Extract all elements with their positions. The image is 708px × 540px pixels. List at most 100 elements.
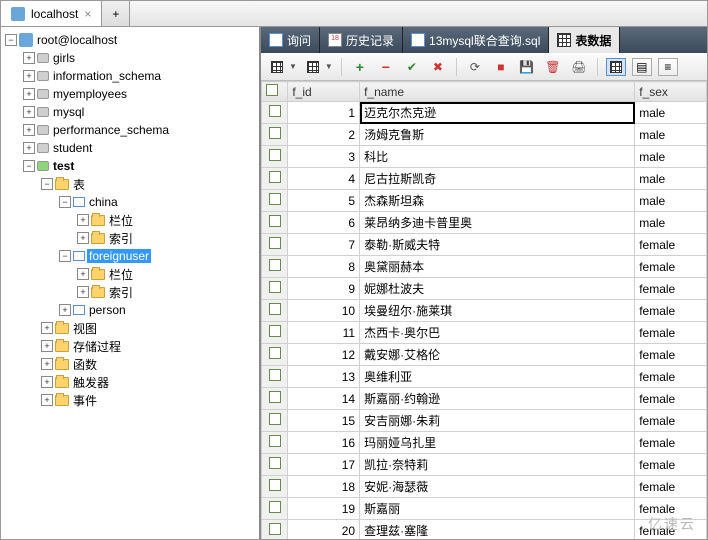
table-row[interactable]: 5杰森斯坦森male xyxy=(262,190,707,212)
tab-sqlfile[interactable]: 13mysql联合查询.sql xyxy=(403,27,549,53)
connection-tab[interactable]: localhost × xyxy=(1,1,102,26)
row-selector[interactable] xyxy=(262,388,288,410)
cell-fname[interactable]: 玛丽娅乌扎里 xyxy=(360,432,635,454)
col-header-fname[interactable]: f_name xyxy=(360,82,635,102)
row-selector[interactable] xyxy=(262,366,288,388)
stop-button[interactable]: ■ xyxy=(491,57,511,77)
folder-columns-label[interactable]: 栏位 xyxy=(107,212,135,229)
row-selector[interactable] xyxy=(262,476,288,498)
row-selector[interactable] xyxy=(262,146,288,168)
tree-root-label[interactable]: root@localhost xyxy=(35,33,119,47)
expander[interactable]: + xyxy=(77,286,89,298)
cell-fsex[interactable]: male xyxy=(635,102,707,124)
table-row[interactable]: 20查理兹·塞隆female xyxy=(262,520,707,540)
table-row[interactable]: 19斯嘉丽female xyxy=(262,498,707,520)
cell-fid[interactable]: 11 xyxy=(288,322,360,344)
table-row[interactable]: 6莱昂纳多迪卡普里奥male xyxy=(262,212,707,234)
cell-fid[interactable]: 20 xyxy=(288,520,360,540)
tab-history[interactable]: 历史记录 xyxy=(320,27,403,53)
cell-fsex[interactable]: female xyxy=(635,256,707,278)
expander[interactable]: + xyxy=(23,142,35,154)
expander[interactable]: + xyxy=(41,358,53,370)
cell-fsex[interactable]: male xyxy=(635,124,707,146)
db-label[interactable]: performance_schema xyxy=(51,123,171,137)
cell-fname[interactable]: 泰勒·斯威夫特 xyxy=(360,234,635,256)
close-icon[interactable]: × xyxy=(84,7,91,21)
db-label[interactable]: information_schema xyxy=(51,69,163,83)
col-header-fsex[interactable]: f_sex xyxy=(635,82,707,102)
cell-fname[interactable]: 奥黛丽赫本 xyxy=(360,256,635,278)
expander[interactable]: + xyxy=(41,322,53,334)
table-row[interactable]: 16玛丽娅乌扎里female xyxy=(262,432,707,454)
col-header-fid[interactable]: f_id xyxy=(288,82,360,102)
cell-fsex[interactable]: female xyxy=(635,388,707,410)
row-selector[interactable] xyxy=(262,256,288,278)
table-row[interactable]: 3科比male xyxy=(262,146,707,168)
data-grid-scroll[interactable]: f_id f_name f_sex 1迈克尔杰克逊male2汤姆克鲁斯male3… xyxy=(261,81,707,539)
cell-fsex[interactable]: female xyxy=(635,366,707,388)
expander[interactable]: + xyxy=(23,124,35,136)
cell-fsex[interactable]: female xyxy=(635,300,707,322)
table-china-label[interactable]: china xyxy=(87,195,120,209)
table-row[interactable]: 2汤姆克鲁斯male xyxy=(262,124,707,146)
row-selector[interactable] xyxy=(262,212,288,234)
cell-fid[interactable]: 15 xyxy=(288,410,360,432)
save-button[interactable]: 💾 xyxy=(517,57,537,77)
cell-fname[interactable]: 科比 xyxy=(360,146,635,168)
expander[interactable]: − xyxy=(23,160,35,172)
table-foreignuser-label[interactable]: foreignuser xyxy=(87,249,151,263)
table-row[interactable]: 18安妮·海瑟薇female xyxy=(262,476,707,498)
tab-tabledata[interactable]: 表数据 xyxy=(549,27,620,53)
cell-fid[interactable]: 7 xyxy=(288,234,360,256)
chevron-down-icon[interactable]: ▼ xyxy=(323,62,333,71)
folder-views-label[interactable]: 视图 xyxy=(71,320,99,337)
row-selector[interactable] xyxy=(262,520,288,540)
expander[interactable]: + xyxy=(41,340,53,352)
table-row[interactable]: 17凯拉·奈特莉female xyxy=(262,454,707,476)
cell-fname[interactable]: 尼古拉斯凯奇 xyxy=(360,168,635,190)
db-label[interactable]: myemployees xyxy=(51,87,129,101)
cell-fsex[interactable]: female xyxy=(635,278,707,300)
cell-fid[interactable]: 17 xyxy=(288,454,360,476)
cell-fname[interactable]: 查理兹·塞隆 xyxy=(360,520,635,540)
table-row[interactable]: 4尼古拉斯凯奇male xyxy=(262,168,707,190)
table-row[interactable]: 8奥黛丽赫本female xyxy=(262,256,707,278)
expander[interactable]: + xyxy=(23,106,35,118)
delete-button[interactable]: 🗑 xyxy=(543,57,563,77)
cell-fid[interactable]: 13 xyxy=(288,366,360,388)
cell-fid[interactable]: 19 xyxy=(288,498,360,520)
cell-fname[interactable]: 杰西卡·奥尔巴 xyxy=(360,322,635,344)
table-row[interactable]: 12戴安娜·艾格伦female xyxy=(262,344,707,366)
table-person-label[interactable]: person xyxy=(87,303,128,317)
folder-events-label[interactable]: 事件 xyxy=(71,392,99,409)
object-tree[interactable]: − root@localhost + girls + information_sche… xyxy=(1,27,261,539)
new-tab-button[interactable]: + xyxy=(102,1,130,26)
cell-fid[interactable]: 2 xyxy=(288,124,360,146)
db-label[interactable]: test xyxy=(51,159,76,173)
cell-fname[interactable]: 安妮·海瑟薇 xyxy=(360,476,635,498)
table-row[interactable]: 1迈克尔杰克逊male xyxy=(262,102,707,124)
apply-button[interactable]: ✔ xyxy=(402,57,422,77)
row-selector[interactable] xyxy=(262,498,288,520)
table-row[interactable]: 10埃曼纽尔·施莱琪female xyxy=(262,300,707,322)
folder-tables-label[interactable]: 表 xyxy=(71,176,87,193)
cell-fsex[interactable]: female xyxy=(635,344,707,366)
chevron-down-icon[interactable]: ▼ xyxy=(287,62,297,71)
cell-fid[interactable]: 18 xyxy=(288,476,360,498)
expander[interactable]: + xyxy=(41,376,53,388)
expander[interactable]: + xyxy=(77,232,89,244)
add-button[interactable]: + xyxy=(350,57,370,77)
expander[interactable]: + xyxy=(23,70,35,82)
cell-fsex[interactable]: male xyxy=(635,168,707,190)
table-row[interactable]: 9妮娜杜波夫female xyxy=(262,278,707,300)
cell-fsex[interactable]: female xyxy=(635,234,707,256)
cell-fsex[interactable]: female xyxy=(635,476,707,498)
table-row[interactable]: 13奥维利亚female xyxy=(262,366,707,388)
tab-query[interactable]: 询问 xyxy=(261,27,320,53)
cell-fid[interactable]: 6 xyxy=(288,212,360,234)
cell-fid[interactable]: 8 xyxy=(288,256,360,278)
row-selector[interactable] xyxy=(262,322,288,344)
db-label[interactable]: girls xyxy=(51,51,77,65)
row-selector[interactable] xyxy=(262,278,288,300)
cell-fsex[interactable]: female xyxy=(635,498,707,520)
